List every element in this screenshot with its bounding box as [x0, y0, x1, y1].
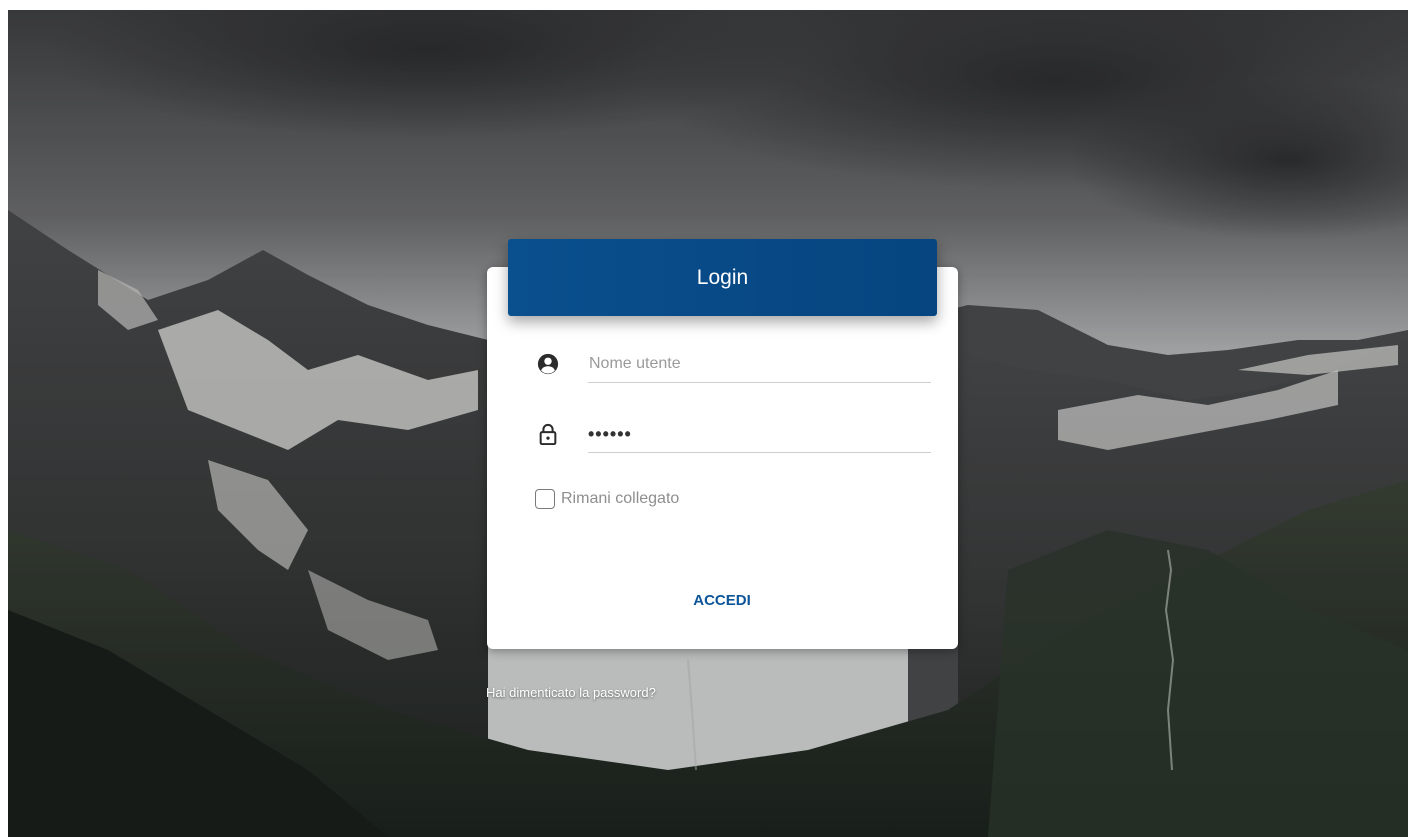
password-input[interactable]: ••••••	[588, 415, 931, 453]
submit-button[interactable]: ACCEDI	[672, 585, 772, 615]
login-header: Login	[508, 239, 937, 316]
forgot-password-link[interactable]: Hai dimenticato la password?	[486, 685, 656, 700]
password-row: ••••••	[537, 415, 932, 455]
login-card: Login •••••• Rimani collegato ACC	[487, 239, 958, 649]
user-circle-icon	[537, 353, 559, 375]
username-row	[537, 345, 932, 385]
remember-me[interactable]: Rimani collegato	[535, 487, 679, 511]
remember-checkbox[interactable]	[535, 489, 555, 509]
login-title: Login	[696, 265, 749, 289]
lock-icon	[539, 423, 557, 445]
remember-label: Rimani collegato	[561, 490, 680, 507]
login-page: Login •••••• Rimani collegato ACC	[8, 10, 1408, 837]
password-mask: ••••••	[588, 424, 632, 444]
username-input[interactable]	[588, 345, 931, 383]
